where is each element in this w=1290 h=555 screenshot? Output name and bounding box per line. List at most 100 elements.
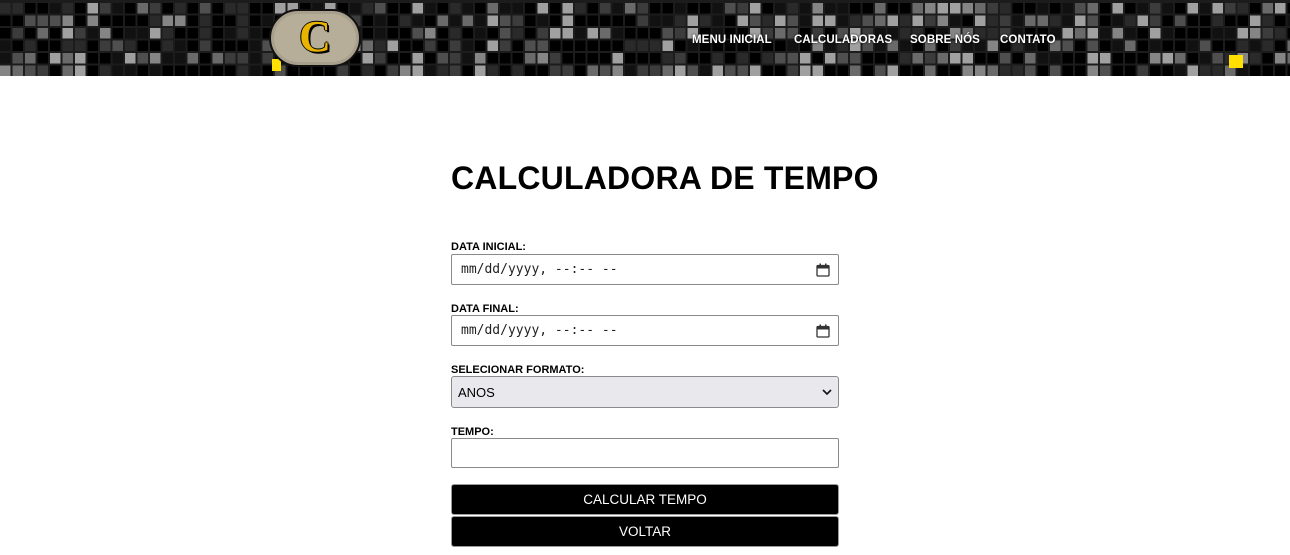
mosaic-tile [312, 65, 323, 76]
mosaic-tile [1037, 15, 1048, 26]
mosaic-tile [562, 3, 573, 14]
mosaic-tile [737, 53, 748, 64]
mosaic-tile [225, 53, 236, 64]
mosaic-tile [837, 53, 848, 64]
mosaic-accent-tile [1229, 55, 1243, 68]
mosaic-tile [912, 15, 923, 26]
mosaic-tile [262, 65, 273, 76]
mosaic-tile [612, 15, 623, 26]
mosaic-tile [1150, 65, 1161, 76]
mosaic-tile [250, 65, 261, 76]
nav-menu-inicial[interactable]: MENU INICIAL [692, 34, 772, 46]
mosaic-tile [162, 53, 173, 64]
mosaic-tile [512, 53, 523, 64]
mosaic-tile [1275, 3, 1286, 14]
mosaic-tile [200, 53, 211, 64]
mosaic-tile [737, 3, 748, 14]
mosaic-tile [1075, 53, 1086, 64]
mosaic-tile [75, 65, 86, 76]
mosaic-tile [512, 65, 523, 76]
mosaic-tile [112, 65, 123, 76]
mosaic-tile [437, 3, 448, 14]
calculate-time-button[interactable]: CALCULAR TEMPO [451, 484, 839, 515]
mosaic-tile [1012, 3, 1023, 14]
mosaic-tile [25, 15, 36, 26]
nav-sobre-nos[interactable]: SOBRE NÓS [910, 34, 980, 46]
chevron-down-icon [822, 389, 832, 396]
mosaic-tile [700, 65, 711, 76]
time-output-field[interactable] [451, 438, 839, 468]
mosaic-tile [1137, 53, 1148, 64]
mosaic-tile [1025, 65, 1036, 76]
mosaic-tile [1125, 3, 1136, 14]
start-date-input[interactable]: mm/dd/yyyy, --:-- -- [451, 254, 839, 285]
mosaic-tile [762, 53, 773, 64]
mosaic-tile [50, 53, 61, 64]
mosaic-tile [612, 3, 623, 14]
mosaic-tile [837, 3, 848, 14]
mosaic-tile [1175, 15, 1186, 26]
calendar-icon[interactable] [816, 324, 830, 338]
mosaic-tile [1200, 3, 1211, 14]
mosaic-tile [1237, 15, 1248, 26]
mosaic-tile [462, 53, 473, 64]
mosaic-tile [862, 65, 873, 76]
mosaic-tile [150, 3, 161, 14]
mosaic-tile [875, 3, 886, 14]
mosaic-tile [625, 53, 636, 64]
mosaic-tile [1250, 3, 1261, 14]
mosaic-tile [1175, 53, 1186, 64]
mosaic-tile [62, 53, 73, 64]
mosaic-tile [212, 15, 223, 26]
mosaic-tile [325, 65, 336, 76]
mosaic-tile [50, 15, 61, 26]
mosaic-tile [1012, 65, 1023, 76]
mosaic-tile [175, 3, 186, 14]
mosaic-tile [462, 3, 473, 14]
mosaic-tile [1087, 15, 1098, 26]
mosaic-tile [1187, 65, 1198, 76]
format-selected-value: ANOS [458, 385, 495, 400]
mosaic-tile [212, 53, 223, 64]
mosaic-tile [1100, 15, 1111, 26]
mosaic-tile [875, 65, 886, 76]
mosaic-tile [675, 53, 686, 64]
mosaic-tile [650, 65, 661, 76]
mosaic-tile [1262, 15, 1273, 26]
back-button[interactable]: VOLTAR [451, 516, 839, 547]
nav-calculadoras[interactable]: CALCULADORAS [794, 34, 892, 46]
mosaic-tile [500, 15, 511, 26]
mosaic-tile [800, 65, 811, 76]
mosaic-tile [987, 3, 998, 14]
mosaic-tile [50, 3, 61, 14]
mosaic-tile [1262, 3, 1273, 14]
mosaic-tile [925, 53, 936, 64]
nav-contato[interactable]: CONTATO [1000, 34, 1056, 46]
mosaic-tile [1112, 15, 1123, 26]
mosaic-tile [525, 65, 536, 76]
mosaic-tile [1212, 3, 1223, 14]
calendar-icon[interactable] [816, 263, 830, 277]
mosaic-tile [487, 53, 498, 64]
mosaic-tile [787, 15, 798, 26]
mosaic-tile [375, 15, 386, 26]
end-date-placeholder: mm/dd/yyyy, --:-- -- [461, 323, 618, 338]
mosaic-tile [637, 3, 648, 14]
mosaic-tile [1087, 65, 1098, 76]
mosaic-tile [850, 3, 861, 14]
mosaic-tile [900, 65, 911, 76]
mosaic-tile [762, 65, 773, 76]
mosaic-tile [425, 53, 436, 64]
mosaic-tile [1150, 53, 1161, 64]
mosaic-tile [25, 65, 36, 76]
mosaic-tile [387, 53, 398, 64]
mosaic-tile [237, 3, 248, 14]
mosaic-tile [612, 65, 623, 76]
mosaic-tile [1250, 15, 1261, 26]
end-date-input[interactable]: mm/dd/yyyy, --:-- -- [451, 315, 839, 346]
mosaic-tile [1100, 65, 1111, 76]
mosaic-tile [587, 3, 598, 14]
mosaic-tile [1075, 65, 1086, 76]
mosaic-tile [1050, 15, 1061, 26]
format-select[interactable]: ANOS [451, 376, 839, 408]
